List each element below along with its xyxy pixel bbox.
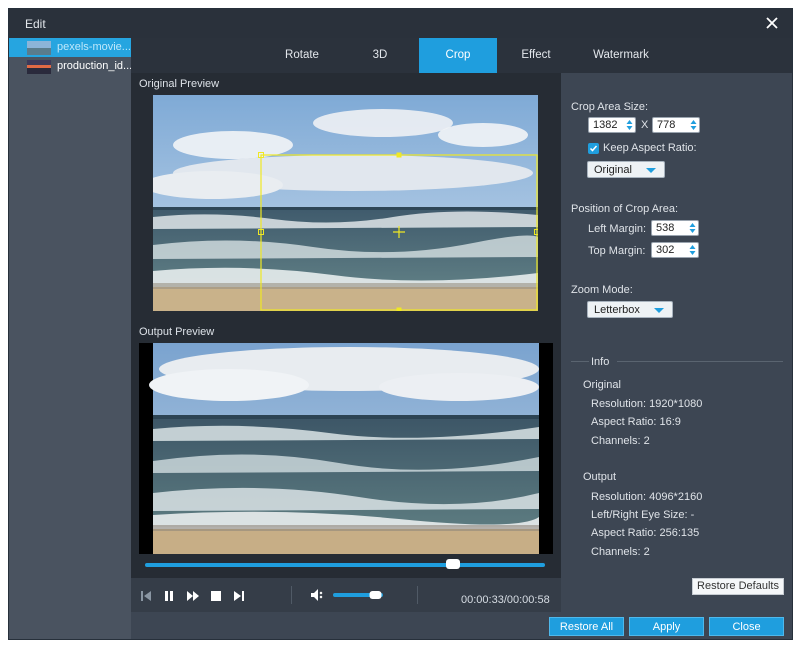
output-eye-size: Left/Right Eye Size: - bbox=[591, 509, 695, 521]
aspect-ratio-value: Original bbox=[594, 164, 632, 176]
original-preview-label: Original Preview bbox=[139, 78, 220, 90]
player-controls: 00:00:33/00:00:58 bbox=[131, 578, 561, 612]
chevron-down-icon bbox=[654, 308, 664, 313]
restore-all-button[interactable]: Restore All bbox=[549, 617, 624, 636]
restore-defaults-button[interactable]: Restore Defaults bbox=[692, 578, 784, 595]
crop-width-stepper[interactable]: 1382 bbox=[588, 117, 636, 133]
output-info-heading: Output bbox=[583, 471, 617, 483]
volume-thumb bbox=[369, 591, 382, 599]
timecode: 00:00:33/00:00:58 bbox=[461, 594, 550, 606]
output-resolution: Resolution: 4096*2160 bbox=[591, 491, 703, 503]
tab-effect[interactable]: Effect bbox=[501, 38, 571, 73]
left-margin-label: Left Margin: bbox=[588, 223, 647, 235]
chevron-down-icon bbox=[646, 168, 656, 173]
stepper-arrows-icon[interactable] bbox=[690, 119, 697, 131]
divider bbox=[417, 586, 418, 604]
crop-position-label: Position of Crop Area: bbox=[571, 203, 679, 215]
top-margin-stepper[interactable]: 302 bbox=[651, 242, 699, 258]
file-list: pexels-movie... production_id... bbox=[9, 38, 131, 639]
pause-icon[interactable] bbox=[164, 591, 174, 601]
preview-area: Original Preview Output Preview bbox=[131, 73, 561, 578]
file-item-pexels[interactable]: pexels-movie... bbox=[9, 38, 131, 57]
original-preview-image bbox=[153, 95, 538, 311]
close-button[interactable]: Close bbox=[709, 617, 784, 636]
tab-3d[interactable]: 3D bbox=[345, 38, 415, 73]
edit-tabs: Rotate 3D Crop Effect Watermark bbox=[131, 38, 792, 73]
stop-icon[interactable] bbox=[211, 591, 221, 601]
keep-aspect-label: Keep Aspect Ratio: bbox=[603, 142, 697, 154]
seek-thumb bbox=[446, 559, 460, 569]
aspect-ratio-select[interactable]: Original bbox=[587, 161, 665, 178]
video-thumbnail-icon bbox=[27, 60, 51, 74]
edit-dialog: Edit pexels-movie... production_id... Ro… bbox=[8, 8, 793, 640]
tab-crop[interactable]: Crop bbox=[419, 38, 497, 73]
output-preview-frame bbox=[139, 343, 553, 559]
skip-start-icon[interactable] bbox=[141, 591, 151, 601]
zoom-mode-label: Zoom Mode: bbox=[571, 284, 633, 296]
action-bar: Restore All Apply Close bbox=[131, 612, 792, 639]
skip-end-icon[interactable] bbox=[234, 591, 244, 601]
keep-aspect-checkbox[interactable] bbox=[588, 143, 599, 154]
original-aspect-ratio: Aspect Ratio: 16:9 bbox=[591, 416, 681, 428]
window-title: Edit bbox=[25, 17, 46, 31]
info-divider-left bbox=[571, 361, 589, 362]
checkmark-icon bbox=[589, 145, 598, 152]
original-info-heading: Original bbox=[583, 379, 621, 391]
tab-watermark[interactable]: Watermark bbox=[579, 38, 663, 73]
info-heading: Info bbox=[591, 356, 610, 368]
times-sign: X bbox=[641, 119, 649, 131]
stepper-arrows-icon[interactable] bbox=[689, 222, 696, 234]
crop-width-value: 1382 bbox=[593, 119, 618, 131]
file-name: production_id... bbox=[57, 60, 131, 72]
crop-height-value: 778 bbox=[657, 119, 676, 131]
original-preview-frame bbox=[153, 95, 538, 311]
stepper-arrows-icon[interactable] bbox=[626, 119, 633, 131]
left-margin-stepper[interactable]: 538 bbox=[651, 220, 699, 236]
video-thumbnail-icon bbox=[27, 41, 51, 55]
info-divider-right bbox=[617, 361, 783, 362]
file-item-production[interactable]: production_id... bbox=[9, 57, 131, 76]
volume-slider[interactable] bbox=[333, 591, 395, 599]
divider bbox=[291, 586, 292, 604]
output-channels: Channels: 2 bbox=[591, 546, 650, 558]
crop-settings-panel: Crop Area Size: 1382 X 778 Keep Aspect R… bbox=[561, 73, 792, 595]
left-margin-value: 538 bbox=[656, 222, 675, 234]
tab-rotate[interactable]: Rotate bbox=[267, 38, 337, 73]
close-icon[interactable] bbox=[764, 15, 780, 31]
output-aspect-ratio: Aspect Ratio: 256:135 bbox=[591, 527, 700, 539]
fast-forward-icon[interactable] bbox=[187, 591, 199, 601]
apply-button[interactable]: Apply bbox=[629, 617, 704, 636]
original-channels: Channels: 2 bbox=[591, 435, 650, 447]
original-resolution: Resolution: 1920*1080 bbox=[591, 398, 703, 410]
zoom-mode-select[interactable]: Letterbox bbox=[587, 301, 673, 318]
seek-bar-row bbox=[131, 554, 561, 578]
seek-bar[interactable] bbox=[131, 554, 561, 578]
top-margin-value: 302 bbox=[656, 244, 675, 256]
crop-height-stepper[interactable]: 778 bbox=[652, 117, 700, 133]
zoom-mode-value: Letterbox bbox=[594, 304, 640, 316]
crop-area-size-label: Crop Area Size: bbox=[571, 101, 649, 113]
file-name: pexels-movie... bbox=[57, 41, 131, 53]
volume-icon[interactable] bbox=[311, 589, 325, 601]
output-preview-label: Output Preview bbox=[139, 326, 215, 338]
output-preview-image bbox=[139, 343, 553, 559]
top-margin-label: Top Margin: bbox=[588, 245, 646, 257]
stepper-arrows-icon[interactable] bbox=[689, 244, 696, 256]
title-bar: Edit bbox=[9, 9, 792, 38]
